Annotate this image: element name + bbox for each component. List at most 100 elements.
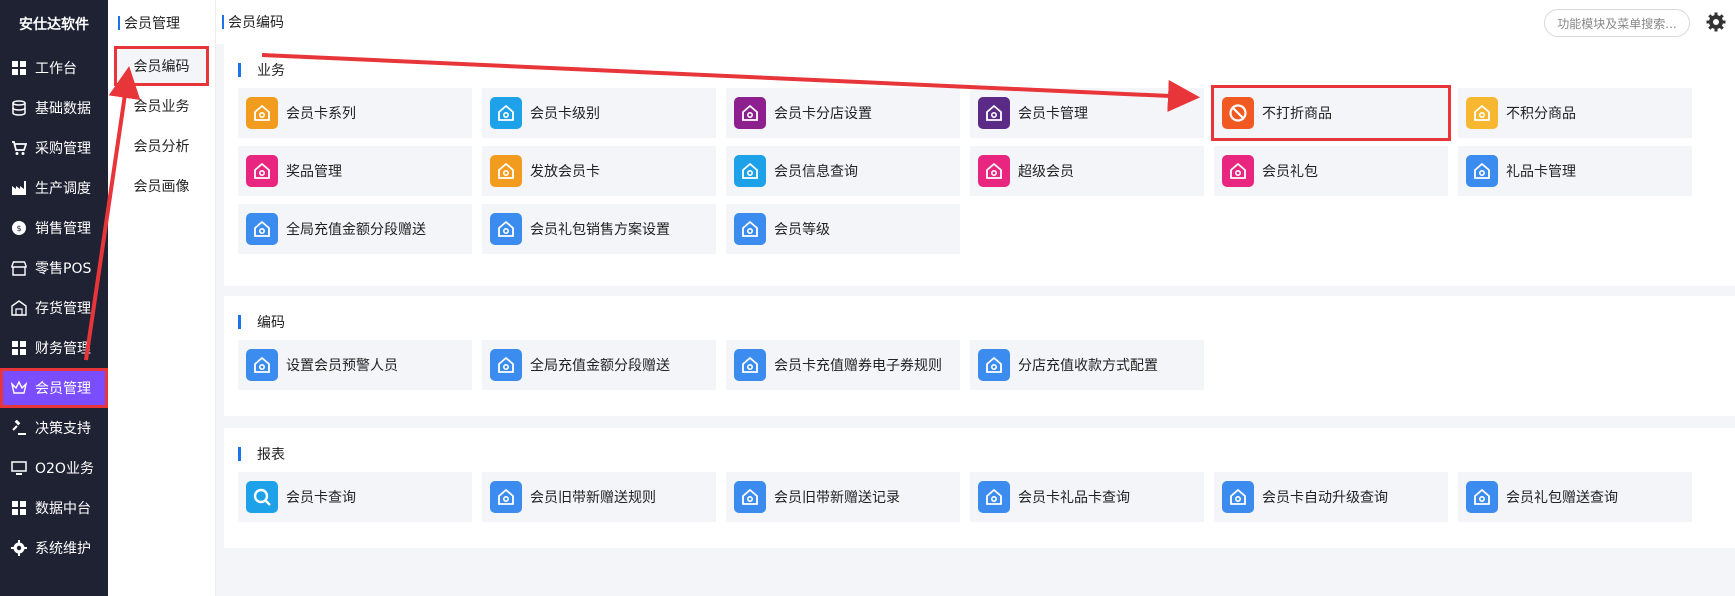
nav-item-label: 采购管理 [35,141,91,157]
nav-item-label: 工作台 [35,61,77,77]
module-label: 分店充值收款方式配置 [1018,358,1158,374]
module-icon [978,97,1010,129]
module-card[interactable]: 会员卡级别 [482,88,716,138]
topbar: 会员编码 功能模块及菜单搜索... [216,0,1735,44]
monitor-icon [10,460,27,477]
module-label: 设置会员预警人员 [286,358,398,374]
module-icon [978,155,1010,187]
title-bar [222,15,224,29]
module-icon [490,155,522,187]
module-card[interactable]: 会员卡充值赠券电子券规则 [726,340,960,390]
section-title: 报表 [238,444,285,464]
module-card[interactable]: 会员信息查询 [726,146,960,196]
nav-item[interactable]: O2O业务 [0,448,108,488]
nav-item-label: 零售POS [35,261,92,277]
module-label: 会员信息查询 [774,164,858,180]
nav-item[interactable]: 决策支持 [0,408,108,448]
brand-logo: 安仕达软件 [19,17,89,33]
module-icon [1222,481,1254,513]
nav-item-label: 基础数据 [35,101,91,117]
submenu-title: 会员管理 [108,0,215,46]
module-card[interactable]: 超级会员 [970,146,1204,196]
gear-icon[interactable] [1706,12,1726,32]
module-card[interactable]: 会员旧带新赠送记录 [726,472,960,522]
nav-item[interactable]: 存货管理 [0,288,108,328]
nav-item-label: 系统维护 [35,541,91,557]
nav-item-label: 销售管理 [35,221,91,237]
module-card[interactable]: 全局充值金额分段赠送 [482,340,716,390]
module-label: 会员卡自动升级查询 [1262,490,1388,506]
module-label: 奖品管理 [286,164,342,180]
crown-icon [10,380,27,397]
module-card[interactable]: 会员卡管理 [970,88,1204,138]
module-icon [1466,481,1498,513]
nav-item[interactable]: 生产调度 [0,168,108,208]
database-icon [10,100,27,117]
module-card[interactable]: 分店充值收款方式配置 [970,340,1204,390]
nav-item-label: O2O业务 [35,461,94,477]
module-card[interactable]: 会员礼包赠送查询 [1458,472,1692,522]
module-label: 不积分商品 [1506,106,1576,122]
nav-item-label: 会员管理 [35,381,91,397]
module-label: 会员卡查询 [286,490,356,506]
module-card[interactable]: 会员旧带新赠送规则 [482,472,716,522]
submenu-item[interactable]: 会员业务 [108,86,215,126]
module-icon [246,481,278,513]
module-card[interactable]: 奖品管理 [238,146,472,196]
nav-item[interactable]: 零售POS [0,248,108,288]
submenu-item[interactable]: 会员画像 [108,166,215,206]
module-icon [1466,97,1498,129]
module-card[interactable]: 礼品卡管理 [1458,146,1692,196]
submenu-item[interactable]: 会员分析 [108,126,215,166]
gavel-icon [10,420,27,437]
main-sidebar: 安仕达软件 工作台基础数据采购管理生产调度 $ 销售管理零售POS 存货管理财务管理会… [0,0,108,596]
title-bar [118,16,120,30]
module-card[interactable]: 不积分商品 [1458,88,1692,138]
section-title-label: 编码 [257,315,285,331]
module-card[interactable]: 会员卡分店设置 [726,88,960,138]
module-card[interactable]: 会员礼包 [1214,146,1448,196]
nav-item[interactable]: 数据中台 [0,488,108,528]
nav-item-label: 财务管理 [35,341,91,357]
module-card[interactable]: 不打折商品 [1211,85,1451,141]
module-card[interactable]: 全局充值金额分段赠送 [238,204,472,254]
nav-item[interactable]: 基础数据 [0,88,108,128]
module-card[interactable]: 会员卡自动升级查询 [1214,472,1448,522]
module-card[interactable]: 设置会员预警人员 [238,340,472,390]
submenu-list: 会员编码 会员业务 会员分析 会员画像 [108,46,215,206]
module-icon [734,97,766,129]
module-label: 会员礼包赠送查询 [1506,490,1618,506]
section-title: 业务 [238,60,285,80]
module-icon [1466,155,1498,187]
module-card[interactable]: 会员卡礼品卡查询 [970,472,1204,522]
module-icon [978,349,1010,381]
submenu-item[interactable]: 会员编码 [114,46,209,86]
nav-list: 工作台基础数据采购管理生产调度 $ 销售管理零售POS 存货管理财务管理会员管理决策支… [0,48,108,568]
module-icon [734,481,766,513]
module-card[interactable]: 会员礼包销售方案设置 [482,204,716,254]
module-label: 会员卡管理 [1018,106,1088,122]
factory-icon [10,180,27,197]
nav-item[interactable]: 会员管理 [0,368,108,408]
module-icon [978,481,1010,513]
module-card[interactable]: 会员卡系列 [238,88,472,138]
nav-item[interactable]: 采购管理 [0,128,108,168]
section-title-bar [238,315,241,329]
search-input[interactable]: 功能模块及菜单搜索... [1544,9,1690,37]
module-icon [734,349,766,381]
page-title: 会员编码 [216,12,284,32]
nav-item[interactable]: $ 销售管理 [0,208,108,248]
module-card[interactable]: 发放会员卡 [482,146,716,196]
module-card[interactable]: 会员卡查询 [238,472,472,522]
module-card[interactable]: 会员等级 [726,204,960,254]
module-label: 会员卡级别 [530,106,600,122]
grid-icon [10,500,27,517]
nav-item[interactable]: 系统维护 [0,528,108,568]
nav-item[interactable]: 财务管理 [0,328,108,368]
module-icon [1222,97,1254,129]
nav-item-label: 存货管理 [35,301,91,317]
module-label: 会员礼包 [1262,164,1318,180]
module-label: 会员卡系列 [286,106,356,122]
module-icon [734,213,766,245]
nav-item[interactable]: 工作台 [0,48,108,88]
